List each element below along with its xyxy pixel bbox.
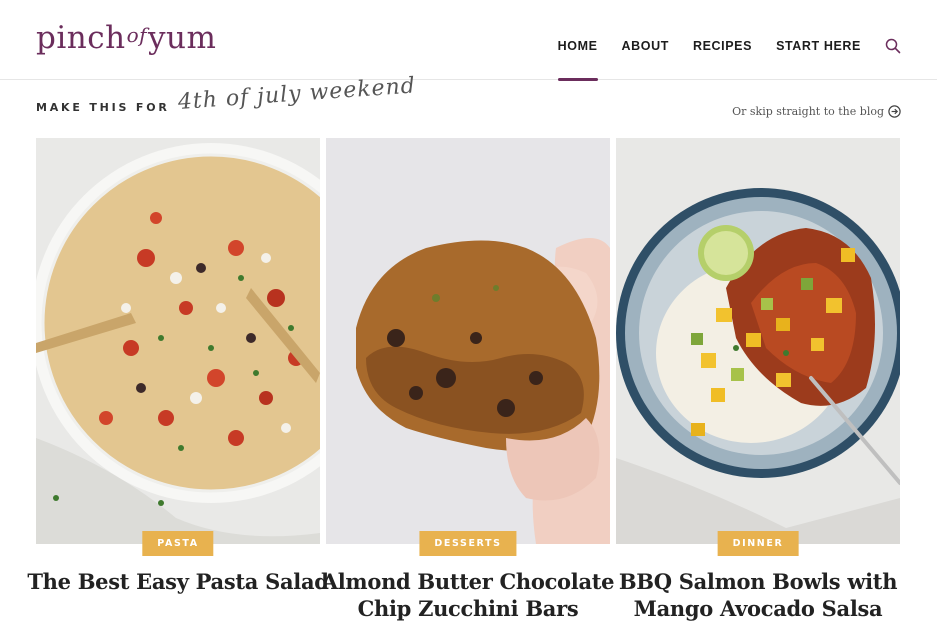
recipe-title[interactable]: Almond Butter Chocolate Chip Zucchini Ba… bbox=[316, 568, 620, 622]
recipe-card-zucchini-bars[interactable]: DESSERTS Almond Butter Chocolate Chip Zu… bbox=[322, 138, 615, 621]
recipe-title[interactable]: BBQ Salmon Bowls with Mango Avocado Sals… bbox=[606, 568, 910, 622]
category-badge[interactable]: DINNER bbox=[717, 531, 799, 556]
make-this-for-label: MAKE THIS FOR bbox=[36, 101, 170, 114]
salmon-bowls-photo[interactable] bbox=[616, 138, 900, 544]
category-badge[interactable]: PASTA bbox=[142, 531, 214, 556]
skip-to-blog-link[interactable]: Or skip straight to the blog bbox=[732, 105, 901, 118]
nav-item-recipes[interactable]: RECIPES bbox=[693, 39, 752, 53]
category-badge[interactable]: DESSERTS bbox=[419, 531, 517, 556]
site-header: pinchofyum HOME ABOUT RECIPES START HERE bbox=[0, 0, 937, 81]
logo-text-of: of bbox=[126, 23, 148, 47]
featured-subheader: MAKE THIS FOR 4th of july weekend Or ski… bbox=[36, 73, 901, 128]
recipe-card-pasta-salad[interactable]: PASTA The Best Easy Pasta Salad bbox=[27, 138, 329, 594]
nav-item-about[interactable]: ABOUT bbox=[622, 39, 669, 53]
pasta-salad-photo[interactable] bbox=[36, 138, 320, 544]
site-logo[interactable]: pinchofyum bbox=[36, 20, 216, 56]
recipe-card-salmon-bowls[interactable]: DINNER BBQ Salmon Bowls with Mango Avoca… bbox=[616, 138, 900, 621]
nav-item-home[interactable]: HOME bbox=[557, 39, 598, 81]
logo-text-yum: yum bbox=[148, 20, 217, 56]
nav-item-start-here[interactable]: START HERE bbox=[776, 39, 861, 53]
skip-to-blog-text: Or skip straight to the blog bbox=[732, 105, 884, 118]
zucchini-bars-photo[interactable] bbox=[326, 138, 610, 544]
logo-text-pinch: pinch bbox=[36, 20, 126, 56]
search-icon[interactable] bbox=[885, 38, 901, 54]
main-nav: HOME ABOUT RECIPES START HERE bbox=[534, 38, 901, 81]
recipe-title[interactable]: The Best Easy Pasta Salad bbox=[26, 568, 330, 595]
arrow-right-circle-icon bbox=[888, 105, 901, 118]
